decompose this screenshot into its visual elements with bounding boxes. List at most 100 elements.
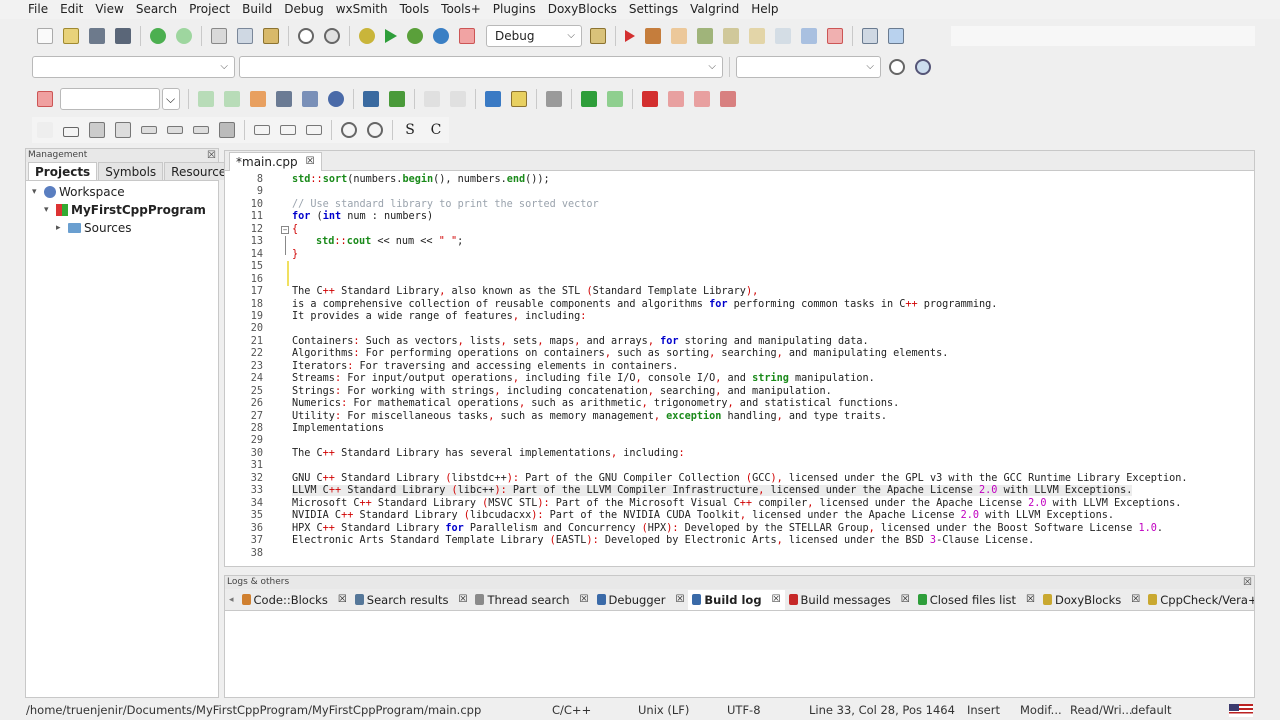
close-icon[interactable]: ☒ bbox=[580, 594, 589, 605]
code-area[interactable]: 8 std::sort(numbers.begin(), numbers.end(… bbox=[225, 172, 1254, 566]
clear-search-icon[interactable] bbox=[37, 91, 53, 107]
menu-edit[interactable]: Edit bbox=[54, 0, 89, 19]
rebuild-icon[interactable] bbox=[433, 28, 449, 44]
zoom-in-icon[interactable] bbox=[341, 122, 357, 138]
widget-b-icon[interactable] bbox=[115, 122, 131, 138]
prev-bookmark-icon[interactable] bbox=[581, 91, 597, 107]
debug-info-icon[interactable] bbox=[888, 28, 904, 44]
menu-help[interactable]: Help bbox=[745, 0, 784, 19]
menu-tools-[interactable]: Tools+ bbox=[435, 0, 487, 19]
menu-debug[interactable]: Debug bbox=[278, 0, 329, 19]
build-icon[interactable] bbox=[359, 28, 375, 44]
tree-project[interactable]: ▾ MyFirstCppProgram bbox=[26, 201, 218, 219]
function-select[interactable]: ⌵ bbox=[239, 56, 723, 78]
widget-d-icon[interactable] bbox=[167, 126, 183, 134]
tree-workspace[interactable]: ▾ Workspace bbox=[26, 183, 218, 201]
expand-icon[interactable]: ▸ bbox=[56, 223, 68, 233]
find-icon[interactable] bbox=[298, 28, 314, 44]
close-icon[interactable]: ☒ bbox=[306, 153, 315, 171]
new-file-icon[interactable] bbox=[37, 28, 53, 44]
menu-plugins[interactable]: Plugins bbox=[487, 0, 542, 19]
next-line-icon[interactable] bbox=[671, 28, 687, 44]
zoom-out-icon[interactable] bbox=[367, 122, 383, 138]
close-icon[interactable]: ☒ bbox=[207, 149, 216, 162]
build-run-icon[interactable] bbox=[407, 28, 423, 44]
close-icon[interactable]: ☒ bbox=[459, 594, 468, 605]
widget-h-icon[interactable] bbox=[280, 125, 296, 135]
save-all-icon[interactable] bbox=[115, 28, 131, 44]
close-icon[interactable]: ☒ bbox=[338, 594, 347, 605]
flag-clear-icon[interactable] bbox=[720, 91, 736, 107]
next-bookmark-icon[interactable] bbox=[607, 91, 623, 107]
font-icon[interactable] bbox=[302, 91, 318, 107]
doxy-config-icon[interactable] bbox=[363, 91, 379, 107]
thread-search-input[interactable] bbox=[60, 88, 160, 110]
tab-symbols[interactable]: Symbols bbox=[98, 162, 164, 180]
close-icon[interactable]: ☒ bbox=[675, 594, 684, 605]
replace-icon[interactable] bbox=[324, 28, 340, 44]
debug-windows-icon[interactable] bbox=[862, 28, 878, 44]
search-combo[interactable]: ⌵ bbox=[736, 56, 881, 78]
tab-projects[interactable]: Projects bbox=[28, 162, 98, 180]
log-tab-search-results[interactable]: Search results ☒ bbox=[351, 590, 472, 610]
fold-marker-icon[interactable]: − bbox=[281, 225, 289, 234]
save-icon[interactable] bbox=[89, 28, 105, 44]
paste-icon[interactable] bbox=[263, 28, 279, 44]
scroll-left-icon[interactable]: ◂ bbox=[225, 595, 238, 605]
menu-valgrind[interactable]: Valgrind bbox=[684, 0, 745, 19]
log-tab-thread-search[interactable]: Thread search ☒ bbox=[471, 590, 592, 610]
menu-doxyblocks[interactable]: DoxyBlocks bbox=[542, 0, 623, 19]
flag-next-icon[interactable] bbox=[694, 91, 710, 107]
copy-icon[interactable] bbox=[237, 28, 253, 44]
menu-file[interactable]: File bbox=[22, 0, 54, 19]
scope-select[interactable]: ⌵ bbox=[32, 56, 235, 78]
widget-e-icon[interactable] bbox=[193, 126, 209, 134]
run-icon[interactable] bbox=[385, 29, 397, 43]
doxy-run-icon[interactable] bbox=[389, 91, 405, 107]
thread-search-dropdown[interactable]: ⌵ bbox=[162, 88, 180, 110]
menu-project[interactable]: Project bbox=[183, 0, 236, 19]
c-icon[interactable]: C bbox=[428, 122, 444, 138]
open-file-icon[interactable] bbox=[63, 28, 79, 44]
cut-icon[interactable] bbox=[211, 28, 227, 44]
jump-back-icon[interactable] bbox=[198, 91, 214, 107]
close-icon[interactable]: ☒ bbox=[1026, 594, 1035, 605]
menu-tools[interactable]: Tools bbox=[394, 0, 436, 19]
widget-c-icon[interactable] bbox=[141, 126, 157, 134]
tab-main-cpp[interactable]: *main.cpp ☒ bbox=[229, 152, 322, 171]
close-icon[interactable]: ☒ bbox=[1131, 594, 1140, 605]
rect-icon[interactable] bbox=[63, 126, 79, 137]
widget-f-icon[interactable] bbox=[219, 122, 235, 138]
highlight-icon[interactable] bbox=[250, 91, 266, 107]
menu-settings[interactable]: Settings bbox=[623, 0, 684, 19]
flag-icon[interactable] bbox=[642, 91, 658, 107]
flag-prev-icon[interactable] bbox=[668, 91, 684, 107]
log-tab-closed-files-list[interactable]: Closed files list ☒ bbox=[914, 590, 1039, 610]
spark-icon[interactable] bbox=[328, 91, 344, 107]
step-out-icon[interactable] bbox=[723, 28, 739, 44]
comment-block-icon[interactable] bbox=[424, 91, 440, 107]
log-tab-code-blocks[interactable]: Code::Blocks ☒ bbox=[238, 590, 351, 610]
target-options-icon[interactable] bbox=[590, 28, 606, 44]
menu-build[interactable]: Build bbox=[236, 0, 278, 19]
close-icon[interactable]: ☒ bbox=[1243, 576, 1252, 589]
extract-icon[interactable] bbox=[485, 91, 501, 107]
comment-line-icon[interactable] bbox=[450, 91, 466, 107]
jump-forward-icon[interactable] bbox=[224, 91, 240, 107]
log-tab-cppcheck-vera-[interactable]: CppCheck/Vera++☒ bbox=[1144, 590, 1254, 610]
run-to-cursor-icon[interactable] bbox=[645, 28, 661, 44]
tree-sources[interactable]: ▸ Sources bbox=[26, 219, 218, 237]
collapse-icon[interactable]: ▾ bbox=[32, 187, 44, 197]
collapse-icon[interactable]: ▾ bbox=[44, 205, 56, 215]
menu-wxsmith[interactable]: wxSmith bbox=[330, 0, 394, 19]
log-tab-debugger[interactable]: Debugger ☒ bbox=[593, 590, 689, 610]
widget-i-icon[interactable] bbox=[306, 125, 322, 135]
widget-g-icon[interactable] bbox=[254, 125, 270, 135]
pointer-icon[interactable] bbox=[37, 122, 53, 138]
format-icon[interactable] bbox=[276, 91, 292, 107]
close-icon[interactable]: ☒ bbox=[772, 594, 781, 605]
zoom-search-icon[interactable] bbox=[889, 59, 905, 75]
redo-icon[interactable] bbox=[176, 28, 192, 44]
pause-icon[interactable] bbox=[801, 28, 817, 44]
widget-a-icon[interactable] bbox=[89, 122, 105, 138]
